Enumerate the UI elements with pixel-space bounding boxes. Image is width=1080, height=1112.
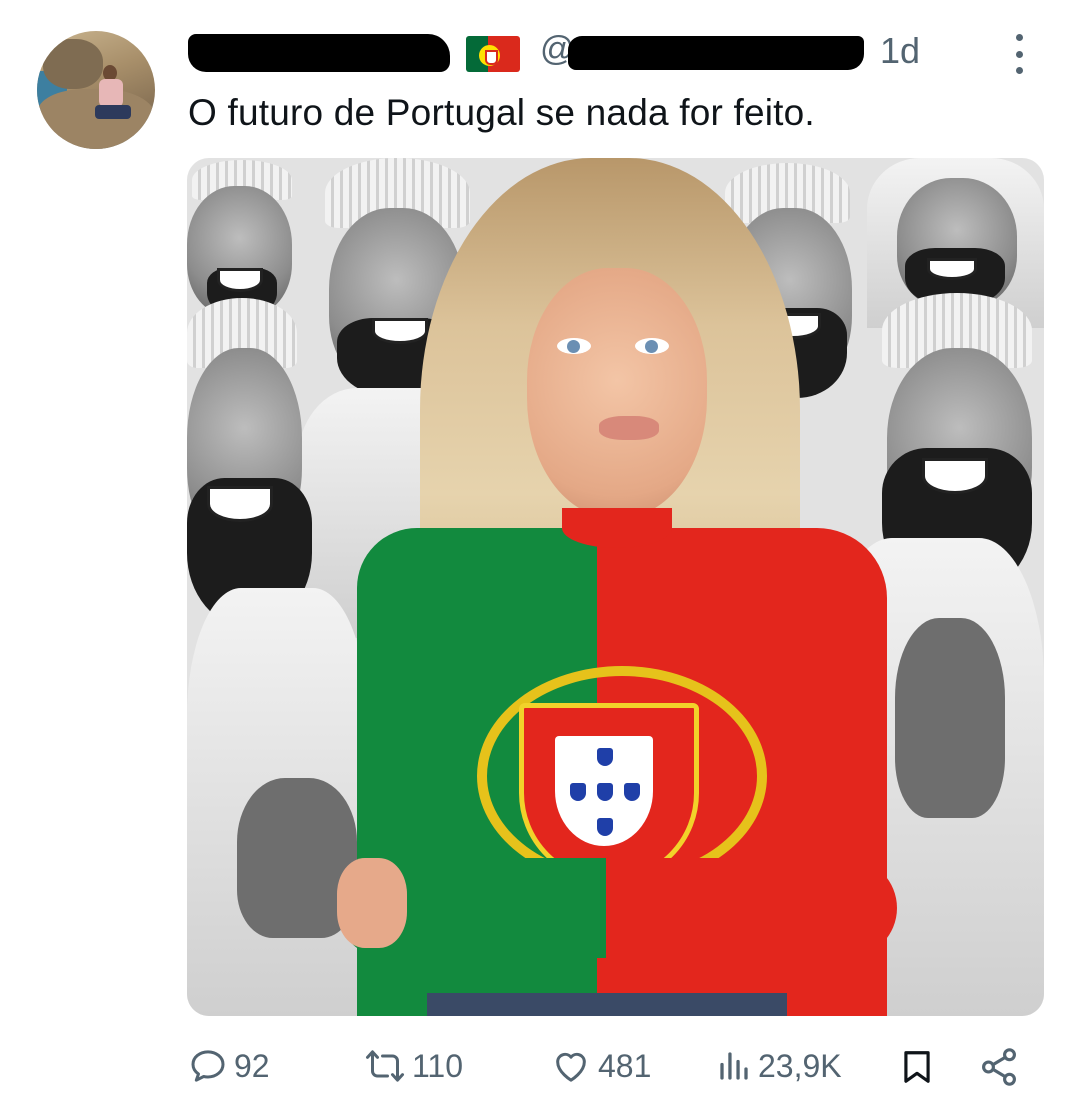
quina-icon bbox=[570, 783, 586, 801]
reply-count: 92 bbox=[234, 1047, 270, 1084]
like-count: 481 bbox=[598, 1047, 652, 1084]
like-button[interactable]: 481 bbox=[550, 1046, 651, 1086]
repost-icon bbox=[366, 1050, 404, 1082]
repost-count: 110 bbox=[412, 1047, 464, 1084]
woman-face bbox=[527, 268, 707, 518]
author-avatar[interactable] bbox=[37, 31, 155, 149]
share-icon bbox=[982, 1048, 1016, 1086]
post-timestamp[interactable]: 1d bbox=[880, 30, 920, 72]
views-chart-icon bbox=[720, 1052, 748, 1080]
sweater-collar bbox=[562, 508, 672, 548]
heart-icon bbox=[556, 1052, 586, 1082]
author-handle-redacted[interactable] bbox=[568, 36, 864, 70]
repost-button[interactable]: 110 bbox=[364, 1046, 463, 1086]
quina-icon bbox=[597, 748, 613, 766]
views-button[interactable]: 23,9K bbox=[716, 1046, 842, 1086]
post-image[interactable] bbox=[187, 158, 1044, 1016]
woman-crossed-arms bbox=[337, 858, 897, 958]
quina-icon bbox=[624, 783, 640, 801]
share-button[interactable] bbox=[978, 1046, 1020, 1088]
post-text: O futuro de Portugal se nada for feito. bbox=[188, 92, 815, 133]
avatar-person-legs bbox=[95, 105, 131, 119]
reply-button[interactable]: 92 bbox=[188, 1046, 270, 1086]
quina-icon bbox=[597, 783, 613, 801]
woman-lips bbox=[599, 416, 659, 440]
reply-icon bbox=[191, 1050, 225, 1082]
avatar-person-shirt bbox=[99, 79, 123, 107]
woman-jeans bbox=[427, 993, 787, 1016]
avatar-rock-base bbox=[37, 89, 155, 149]
bookmark-button[interactable] bbox=[898, 1046, 936, 1088]
woman-eye-left bbox=[557, 338, 591, 354]
avatar-rock bbox=[43, 39, 103, 89]
quina-icon bbox=[597, 818, 613, 836]
post-actions: 92 110 481 23,9K bbox=[188, 1046, 1028, 1102]
more-options-icon[interactable] bbox=[1004, 34, 1034, 74]
author-name-redacted[interactable] bbox=[188, 34, 450, 72]
bookmark-icon bbox=[904, 1051, 930, 1083]
views-count: 23,9K bbox=[758, 1047, 842, 1084]
woman-eye-right bbox=[635, 338, 669, 354]
woman-hand bbox=[337, 858, 407, 948]
portugal-flag-icon bbox=[466, 36, 520, 72]
